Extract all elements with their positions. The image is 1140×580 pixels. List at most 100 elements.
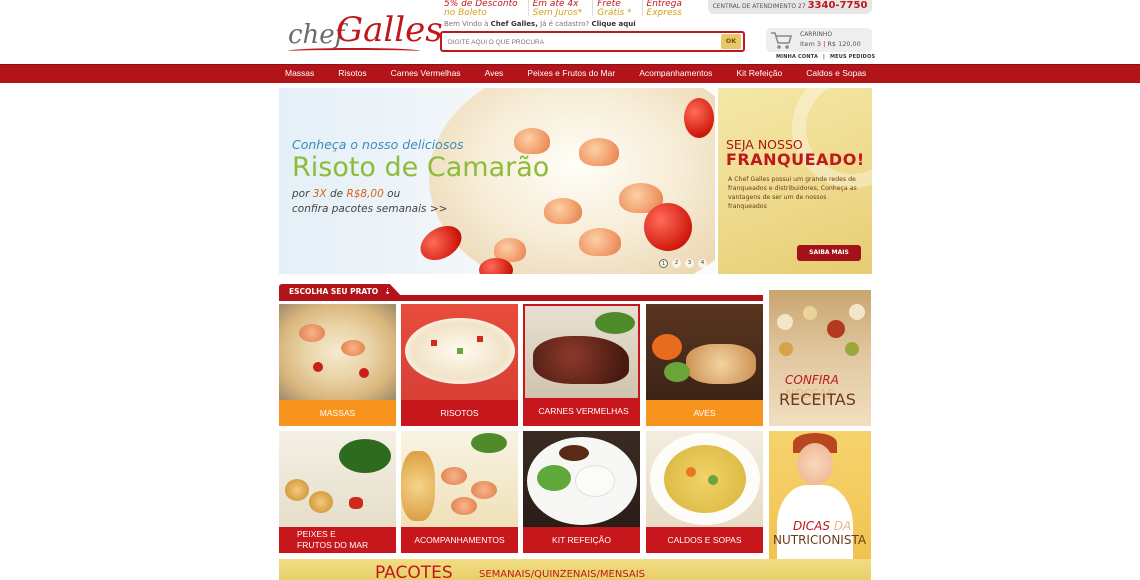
shrimp-image <box>544 198 582 224</box>
promo-line: Grátis * <box>597 8 632 18</box>
phone-number: 3340-7750 <box>807 0 868 11</box>
peixes-image <box>279 431 396 527</box>
dish-card-risotos[interactable]: RISOTOS <box>401 304 518 426</box>
nutritionist-panel[interactable]: DICAS DA NUTRICIONISTA <box>769 431 871 580</box>
phone-label: CENTRAL DE ATENDIMENTO 27 <box>712 3 806 10</box>
banner-dot[interactable]: 4 <box>698 259 707 268</box>
franchise-line2: FRANQUEADO! <box>726 150 865 169</box>
my-orders-link[interactable]: MEUS PEDIDOS <box>830 54 875 60</box>
packages-banner[interactable]: PACOTES SEMANAIS/QUINZENAIS/MENSAIS <box>279 559 871 580</box>
search-box: OK <box>440 31 745 52</box>
section-title: ESCOLHA SEU PRATO <box>289 287 379 296</box>
banner-dot[interactable]: 2 <box>672 259 681 268</box>
dish-card-kit[interactable]: KIT REFEIÇÃO <box>523 431 640 553</box>
welcome-question: Já é cadastro? <box>540 20 590 28</box>
banner-price: por 3X de R$8,00 ou <box>292 188 400 200</box>
packages-subtitle: SEMANAIS/QUINZENAIS/MENSAIS <box>479 569 645 580</box>
aves-image <box>646 304 763 400</box>
dish-label-line: PEIXES E <box>297 529 336 539</box>
acompanhamentos-image <box>401 431 518 527</box>
risotos-image <box>401 304 518 400</box>
banner-price-text: ou <box>387 188 401 200</box>
search-input[interactable] <box>448 36 718 48</box>
dish-label: PEIXES E FRUTOS DO MAR <box>279 527 396 553</box>
ingredient-bowl-image <box>827 320 845 338</box>
decorative-arc <box>792 88 872 188</box>
promo-parcelas[interactable]: Em até 4x Sem Juros* <box>529 0 594 18</box>
cart-title: CARRINHO <box>800 31 833 38</box>
welcome-prefix: Bem Vindo à <box>444 20 489 28</box>
welcome-brand: Chef Galles, <box>490 20 538 28</box>
account-links: MINHA CONTA | MEUS PEDIDOS <box>776 54 875 60</box>
main-nav: Massas Risotos Carnes Vermelhas Aves Pei… <box>0 64 1140 83</box>
banner-price-text: por <box>292 188 310 200</box>
ingredient-bowl-image <box>777 314 793 330</box>
ingredient-bowl-image <box>845 342 859 356</box>
cart-total: R$ 120,00 <box>827 40 861 48</box>
promo-boleto[interactable]: 5% de Desconto no Boleto <box>440 0 529 18</box>
promo-strip: 5% de Desconto no Boleto Em até 4x Sem Jur… <box>440 0 692 18</box>
cart-summary: Item 3 | R$ 120,00 <box>800 40 861 48</box>
nav-item-acompanhamentos[interactable]: Acompanhamentos <box>627 68 724 78</box>
hero-banner[interactable]: Conheça o nosso deliciosos Risoto de Cam… <box>279 88 715 274</box>
recipes-panel[interactable]: CONFIRA NOSSAS RECEITAS <box>769 290 871 426</box>
packages-title: PACOTES <box>375 563 453 580</box>
nav-item-aves[interactable]: Aves <box>473 68 516 78</box>
chef-galles-logo[interactable]: chef Galles <box>288 8 443 54</box>
dish-card-aves[interactable]: AVES <box>646 304 763 426</box>
promo-entrega[interactable]: Entrega Express <box>643 0 692 18</box>
logo-swoosh <box>288 48 420 54</box>
page: chef Galles 5% de Desconto no Boleto Em a… <box>0 0 1140 580</box>
banner-price-text: 3X <box>312 188 327 200</box>
massas-image <box>279 304 396 400</box>
cart-box[interactable]: CARRINHO Item 3 | R$ 120,00 <box>766 28 872 52</box>
banner-weekly-link[interactable]: confira pacotes semanais >> <box>292 203 447 215</box>
my-account-link[interactable]: MINHA CONTA <box>776 54 818 60</box>
dish-label: RISOTOS <box>401 400 518 426</box>
shopping-cart-icon <box>771 32 792 49</box>
dish-label-line: FRUTOS DO MAR <box>297 540 369 550</box>
carnes-image <box>525 306 638 402</box>
section-header: ESCOLHA SEU PRATO ⇣ <box>279 284 763 301</box>
nav-item-caldos[interactable]: Caldos e Sopas <box>794 68 878 78</box>
nav-item-peixes[interactable]: Peixes e Frutos do Mar <box>515 68 627 78</box>
ingredient-bowl-image <box>779 342 793 356</box>
account-separator: | <box>822 54 825 60</box>
search-ok-button[interactable]: OK <box>721 34 741 49</box>
dish-label: KIT REFEIÇÃO <box>523 527 640 553</box>
nutritionist-line1: DICAS DA <box>793 519 851 533</box>
dish-card-peixes[interactable]: PEIXES E FRUTOS DO MAR <box>279 431 396 553</box>
promo-line: Sem Juros* <box>532 8 583 18</box>
banner-line1: Conheça o nosso deliciosos <box>292 137 464 152</box>
dish-card-carnes[interactable]: CARNES VERMELHAS <box>523 304 640 426</box>
recipes-line2: RECEITAS <box>779 390 856 409</box>
nav-item-carnes[interactable]: Carnes Vermelhas <box>379 68 473 78</box>
banner-dot[interactable]: 1 <box>659 259 668 268</box>
banner-pagination: 1 2 3 4 <box>659 259 707 268</box>
dish-card-acompanhamentos[interactable]: ACOMPANHAMENTOS <box>401 431 518 553</box>
dish-label: CARNES VERMELHAS <box>525 398 638 424</box>
ingredient-bowl-image <box>803 306 817 320</box>
cart-items: Item 3 <box>800 40 821 48</box>
promo-line: no Boleto <box>444 8 487 18</box>
nav-item-risotos[interactable]: Risotos <box>326 68 378 78</box>
welcome-text: Bem Vindo à Chef Galles, Já é cadastro? … <box>444 20 636 28</box>
banner-price-text: de <box>329 188 344 200</box>
franchise-description: A Chef Galles possui um grande redes de … <box>728 176 857 210</box>
promo-frete[interactable]: Frete Grátis * <box>593 0 643 18</box>
nutritionist-face-image <box>797 443 833 485</box>
dish-label: MASSAS <box>279 400 396 426</box>
franchise-panel: SEJA NOSSO FRANQUEADO! A Chef Galles pos… <box>718 88 872 274</box>
dish-card-caldos[interactable]: CALDOS E SOPAS <box>646 431 763 553</box>
nutritionist-word: DICAS <box>793 519 830 533</box>
saiba-mais-button[interactable]: SAIBA MAIS <box>797 245 861 261</box>
banner-dot[interactable]: 3 <box>685 259 694 268</box>
nav-item-kit[interactable]: Kit Refeição <box>724 68 794 78</box>
dish-card-massas[interactable]: MASSAS <box>279 304 396 426</box>
tomato-image <box>684 98 714 138</box>
nav-item-massas[interactable]: Massas <box>285 68 326 78</box>
register-link[interactable]: Clique aqui <box>591 20 635 28</box>
recipes-word: CONFIRA <box>785 373 839 387</box>
section-title-tab: ESCOLHA SEU PRATO ⇣ <box>279 284 405 300</box>
dish-label: AVES <box>646 400 763 426</box>
